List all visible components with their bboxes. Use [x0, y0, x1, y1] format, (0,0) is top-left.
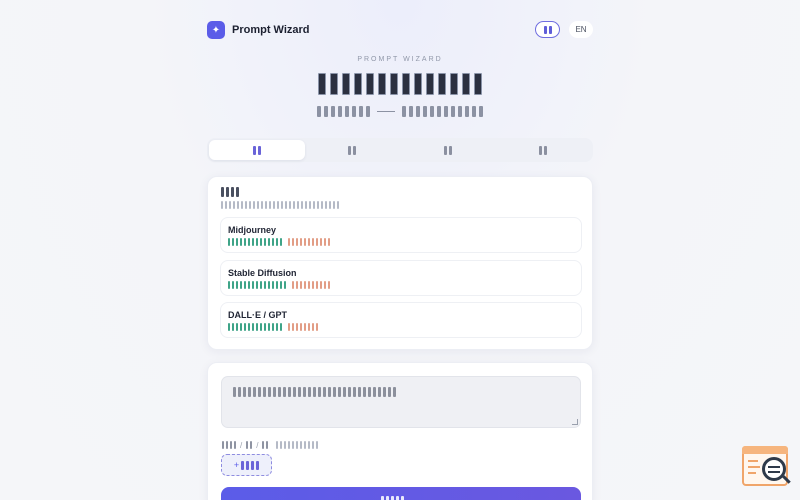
model-name: Midjourney	[228, 225, 277, 235]
model-option-midjourney[interactable]: Midjourney	[220, 217, 582, 253]
hero-eyebrow: PROMPT WIZARD	[357, 56, 443, 63]
hero-title	[207, 73, 593, 95]
add-button[interactable]: +	[221, 454, 272, 476]
prompt-placeholder	[233, 387, 396, 397]
model-tags	[228, 238, 330, 246]
model-tags	[228, 281, 330, 289]
resize-handle[interactable]	[572, 419, 578, 425]
card-description	[221, 201, 339, 209]
prompt-textarea[interactable]	[221, 376, 581, 428]
theme-toggle-button[interactable]	[535, 21, 560, 38]
brand-name: Prompt Wizard	[232, 24, 310, 36]
mode-tabs	[207, 138, 593, 162]
model-tags	[228, 323, 318, 331]
model-name: DALL·E / GPT	[228, 310, 287, 320]
top-bar: ✦ Prompt Wizard EN	[207, 20, 593, 40]
prompt-meta: / /	[222, 440, 319, 450]
brand[interactable]: ✦ Prompt Wizard	[207, 20, 310, 40]
prompt-composer-card: / / +	[207, 362, 593, 500]
feedback-widget-icon[interactable]	[741, 445, 791, 489]
tab-3[interactable]	[400, 140, 496, 160]
tab-2[interactable]	[305, 140, 401, 160]
plus-icon: +	[233, 460, 240, 470]
tab-4[interactable]	[496, 140, 592, 160]
tab-1[interactable]	[209, 140, 305, 160]
model-option-stable-diffusion[interactable]: Stable Diffusion	[220, 260, 582, 296]
model-option-dall-e[interactable]: DALL·E / GPT	[220, 302, 582, 338]
generate-button-label	[381, 496, 404, 500]
sparkle-icon: ✦	[207, 21, 225, 39]
model-name: Stable Diffusion	[228, 268, 297, 278]
language-button[interactable]: EN	[569, 21, 593, 38]
card-heading	[221, 187, 239, 197]
generate-button[interactable]	[221, 487, 581, 500]
hero-subtitle	[207, 105, 593, 117]
model-select-card: Midjourney Stable Diffusion DALL·E / GPT	[207, 176, 593, 350]
